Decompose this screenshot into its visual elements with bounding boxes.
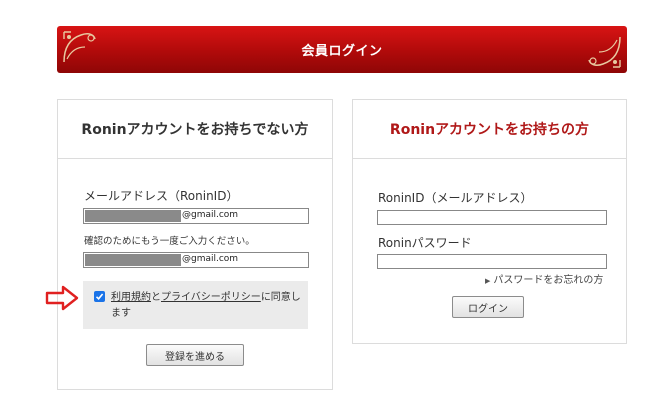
privacy-policy-link[interactable]: プライバシーポリシー — [161, 292, 261, 303]
agree-checkbox[interactable] — [94, 291, 105, 302]
login-heading: Roninアカウントをお持ちの方 — [353, 100, 626, 159]
password-label: Roninパスワード — [378, 236, 472, 250]
password-input[interactable] — [377, 254, 607, 269]
terms-link[interactable]: 利用規約 — [111, 292, 151, 303]
email-confirm-field[interactable]: @gmail.com — [83, 252, 309, 268]
login-banner: 会員ログイン — [57, 26, 627, 73]
agree-and: と — [151, 292, 161, 303]
register-button[interactable]: 登録を進める — [146, 344, 244, 366]
flourish-icon — [588, 36, 621, 68]
page-title: 会員ログイン — [301, 44, 383, 59]
confirm-instruction: 確認のためにもう一度ご入力ください。 — [84, 236, 255, 247]
confirm-value-suffix: @gmail.com — [182, 254, 239, 264]
login-button[interactable]: ログイン — [452, 296, 524, 318]
email-field[interactable]: @gmail.com — [83, 208, 309, 224]
agreement-box: 利用規約とプライバシーポリシーに同意します — [83, 281, 308, 329]
triangle-right-icon: ▶ — [485, 277, 491, 285]
pointer-arrow-icon — [45, 285, 79, 311]
register-heading: Roninアカウントをお持ちでない方 — [58, 100, 332, 159]
flourish-icon — [63, 31, 96, 63]
masked-text — [85, 254, 181, 266]
email-label: メールアドレス（RoninID） — [84, 189, 239, 203]
roninid-label: RoninID（メールアドレス） — [378, 191, 533, 205]
email-value-suffix: @gmail.com — [182, 210, 239, 220]
forgot-password-link[interactable]: ▶ パスワードをお忘れの方 — [485, 271, 603, 286]
forgot-password-text: パスワードをお忘れの方 — [493, 275, 604, 286]
roninid-input[interactable] — [377, 210, 607, 225]
masked-text — [85, 210, 181, 222]
agreement-text: 利用規約とプライバシーポリシーに同意します — [111, 290, 303, 322]
checkmark-icon — [95, 293, 104, 300]
